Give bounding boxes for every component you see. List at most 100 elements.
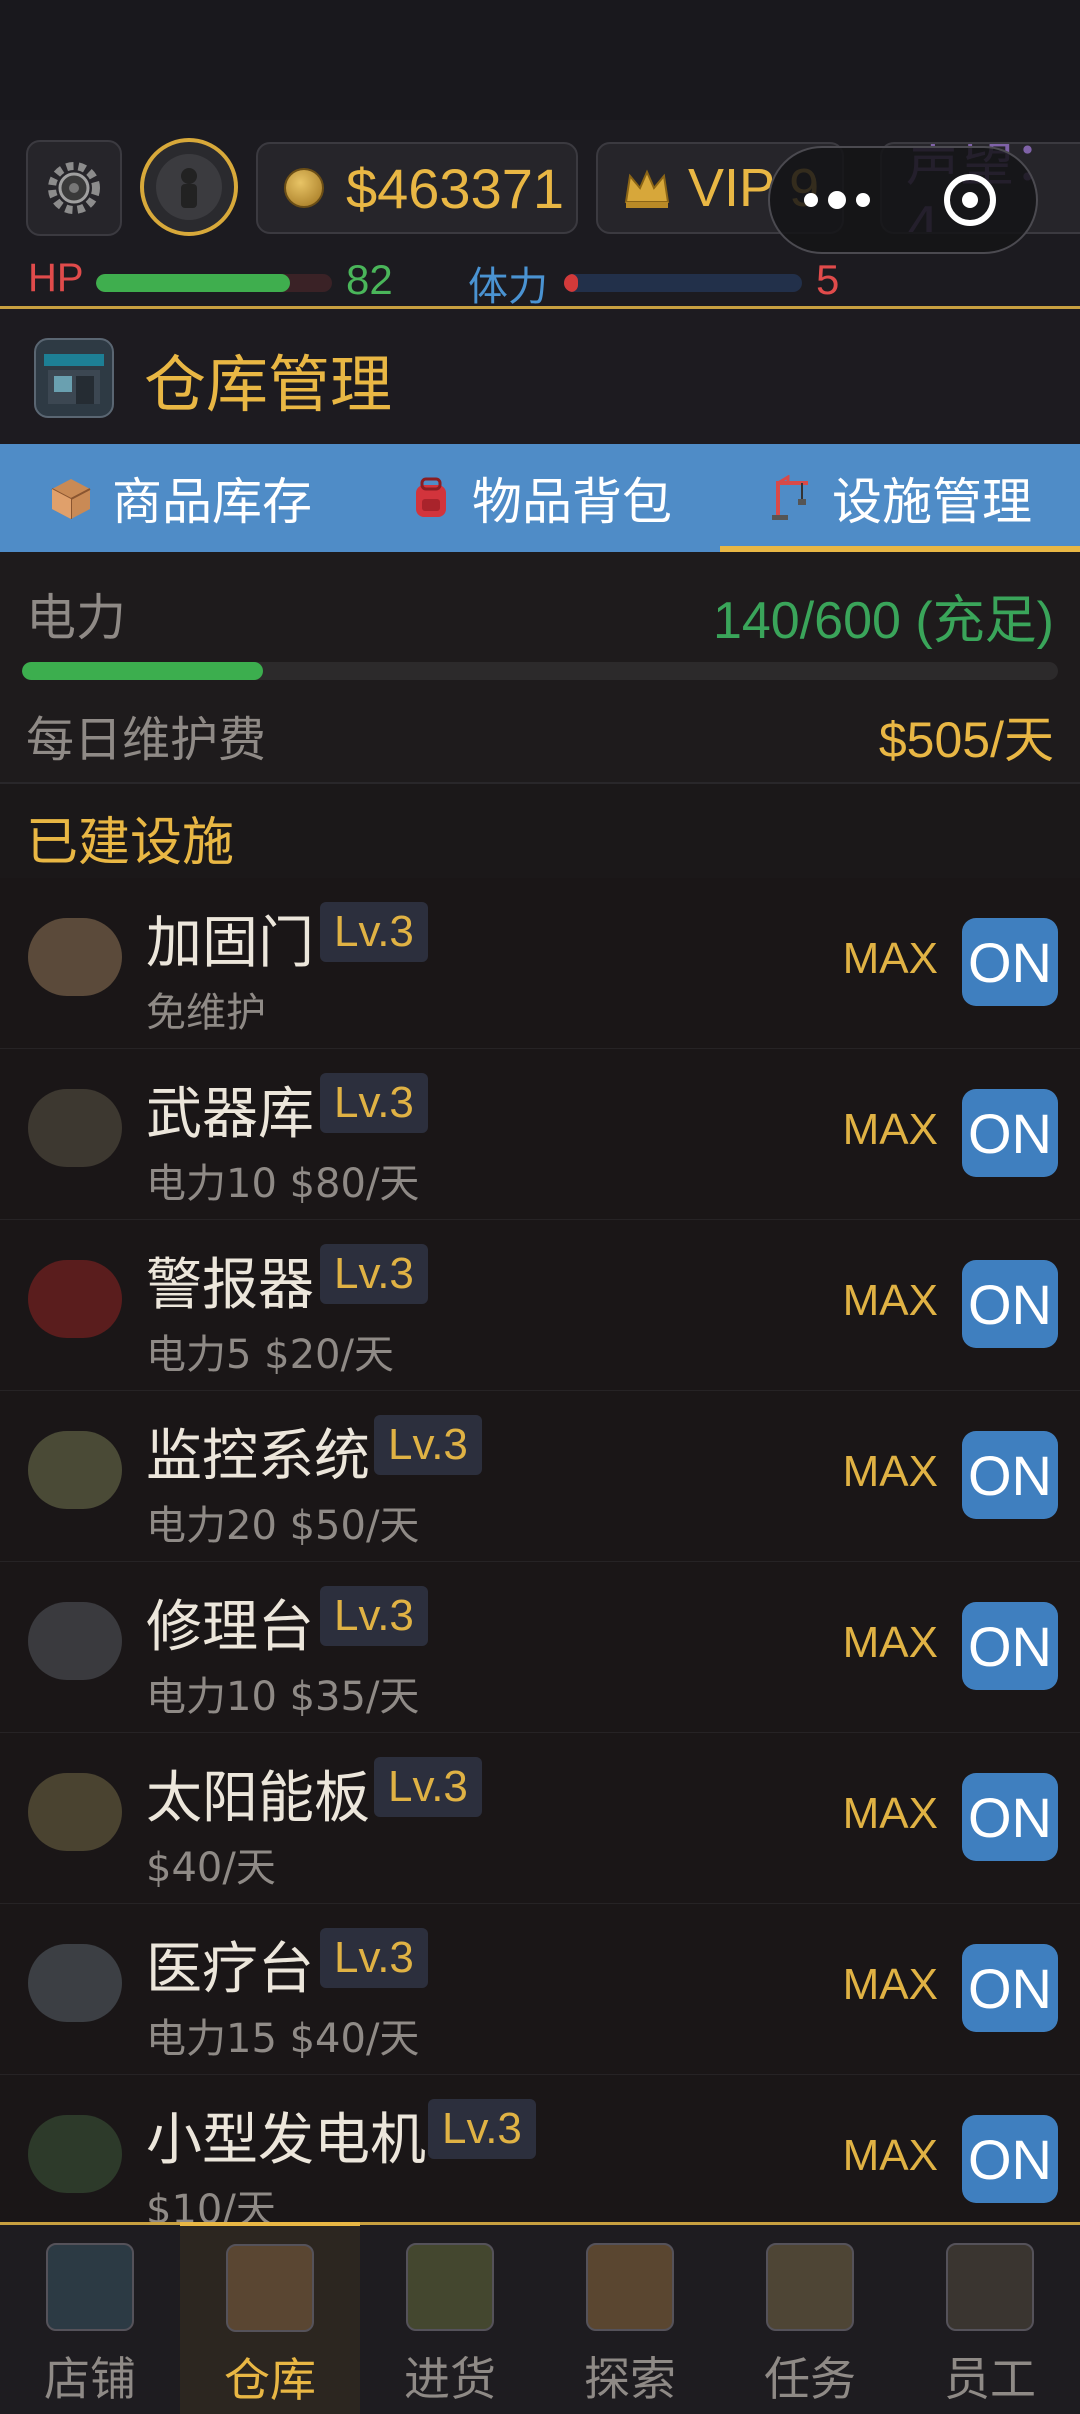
facility-upkeep: 电力10 $35/天 — [146, 1674, 420, 1720]
section-title: 已建设施 — [26, 813, 235, 873]
nav-item[interactable]: 仓库 — [180, 2222, 360, 2414]
hp-label: HP — [28, 256, 84, 300]
facility-name: 监控系统 — [146, 1424, 370, 1489]
tab-label: 物品背包 — [472, 473, 672, 531]
nav-label: 进货 — [404, 2352, 496, 2406]
facility-level-badge: Lv.3 — [320, 1073, 428, 1133]
facility-name: 医疗台 — [146, 1937, 314, 2002]
settings-button[interactable] — [26, 140, 122, 236]
nav-item[interactable]: 进货 — [360, 2225, 540, 2414]
wrench-icon — [28, 1602, 122, 1680]
nav-item[interactable]: 店铺 — [0, 2225, 180, 2414]
nav-item[interactable]: 员工 — [900, 2225, 1080, 2414]
map-icon — [586, 2243, 674, 2331]
nav-label: 任务 — [764, 2352, 856, 2406]
facility-upkeep: 电力5 $20/天 — [146, 1332, 394, 1378]
facility-row[interactable]: 武器库 Lv.3 电力10 $80/天 MAX ON — [0, 1049, 1080, 1221]
task-board-icon — [766, 2243, 854, 2331]
stamina-bar — [564, 274, 802, 292]
facility-row[interactable]: 太阳能板 Lv.3 $40/天 MAX ON — [0, 1733, 1080, 1905]
facility-row[interactable]: 监控系统 Lv.3 电力20 $50/天 MAX ON — [0, 1391, 1080, 1563]
rifle-icon — [28, 1089, 122, 1167]
package-icon — [51, 479, 91, 519]
shop-icon — [46, 2243, 134, 2331]
facility-level-badge: Lv.3 — [320, 1928, 428, 1988]
facility-row[interactable]: 警报器 Lv.3 电力5 $20/天 MAX ON — [0, 1220, 1080, 1392]
tab-facilities[interactable]: 设施管理 — [720, 444, 1080, 552]
facility-row[interactable]: 加固门 Lv.3 免维护 MAX ON — [0, 878, 1080, 1050]
facility-level-badge: Lv.3 — [374, 1415, 482, 1475]
facility-name: 警报器 — [146, 1253, 314, 1318]
facility-upkeep: 免维护 — [146, 990, 266, 1036]
warehouse-crate-icon — [226, 2244, 314, 2332]
tab-bar: 商品库存 物品背包 设施管理 — [0, 444, 1080, 552]
nav-label: 探索 — [584, 2352, 676, 2406]
avatar[interactable] — [140, 138, 238, 236]
facility-upkeep: 电力10 $80/天 — [146, 1161, 420, 1207]
money-value: $463371 — [346, 156, 565, 220]
facility-max-label: MAX — [842, 1960, 938, 2009]
power-bar — [22, 662, 1058, 680]
facility-row[interactable]: 修理台 Lv.3 电力10 $35/天 MAX ON — [0, 1562, 1080, 1734]
facility-level-badge: Lv.3 — [428, 2099, 536, 2159]
tab-inventory[interactable]: 商品库存 — [0, 444, 360, 552]
facility-toggle-button[interactable]: ON — [962, 1089, 1058, 1177]
alarm-icon — [28, 1260, 122, 1338]
coin-icon — [284, 168, 324, 208]
facility-name: 修理台 — [146, 1595, 314, 1660]
maintenance-label: 每日维护费 — [26, 712, 267, 768]
truck-icon — [406, 2243, 494, 2331]
facility-upkeep: 电力20 $50/天 — [146, 1503, 420, 1549]
crown-icon — [624, 169, 670, 208]
money-display[interactable]: $463371 — [256, 142, 578, 234]
nav-item[interactable]: 探索 — [540, 2225, 720, 2414]
facility-level-badge: Lv.3 — [320, 902, 428, 962]
facility-upkeep: 电力15 $40/天 — [146, 2016, 420, 2062]
facility-row[interactable]: 医疗台 Lv.3 电力15 $40/天 MAX ON — [0, 1904, 1080, 2076]
battery-icon — [28, 2115, 122, 2193]
survivor-avatar-icon — [156, 154, 222, 220]
facility-toggle-button[interactable]: ON — [962, 1773, 1058, 1861]
facility-toggle-button[interactable]: ON — [962, 2115, 1058, 2203]
team-icon — [946, 2243, 1034, 2331]
door-icon — [28, 918, 122, 996]
facility-toggle-button[interactable]: ON — [962, 1260, 1058, 1348]
power-label: 电力 — [26, 589, 126, 647]
facility-name: 加固门 — [146, 911, 314, 976]
facility-toggle-button[interactable]: ON — [962, 918, 1058, 1006]
more-icon[interactable] — [804, 191, 870, 209]
facility-toggle-button[interactable]: ON — [962, 1602, 1058, 1690]
hp-bar — [96, 274, 332, 292]
facility-max-label: MAX — [842, 1276, 938, 1325]
nav-item[interactable]: 任务 — [720, 2225, 900, 2414]
crane-icon — [772, 475, 808, 520]
stamina-label: 体力 — [468, 264, 548, 310]
facility-max-label: MAX — [842, 1105, 938, 1154]
facility-max-label: MAX — [842, 1789, 938, 1838]
nav-label: 员工 — [944, 2352, 1036, 2406]
mini-program-capsule[interactable] — [768, 146, 1038, 254]
facility-max-label: MAX — [842, 1618, 938, 1667]
monitor-icon — [28, 1431, 122, 1509]
close-target-icon[interactable] — [944, 174, 996, 226]
facility-upkeep: $40/天 — [146, 1845, 276, 1891]
nav-label: 店铺 — [44, 2352, 136, 2406]
page-title: 仓库管理 — [144, 348, 393, 421]
gear-icon — [48, 162, 100, 214]
power-bar-fill — [22, 662, 264, 680]
facility-max-label: MAX — [842, 934, 938, 983]
tab-label: 商品库存 — [112, 473, 312, 531]
stamina-bar-fill — [564, 274, 579, 292]
nav-label: 仓库 — [224, 2353, 316, 2407]
facility-max-label: MAX — [842, 1447, 938, 1496]
tab-backpack[interactable]: 物品背包 — [360, 444, 720, 552]
facility-toggle-button[interactable]: ON — [962, 1944, 1058, 2032]
hp-value: 82 — [346, 256, 393, 303]
facility-max-label: MAX — [842, 2131, 938, 2180]
facility-toggle-button[interactable]: ON — [962, 1431, 1058, 1519]
maintenance-value: $505/天 — [878, 712, 1054, 768]
status-bar — [0, 0, 1080, 120]
facility-name: 武器库 — [146, 1082, 314, 1147]
stamina-value: 5 — [816, 256, 840, 303]
bottom-nav: 店铺 仓库 进货 探索 任务 员工 — [0, 2222, 1080, 2414]
